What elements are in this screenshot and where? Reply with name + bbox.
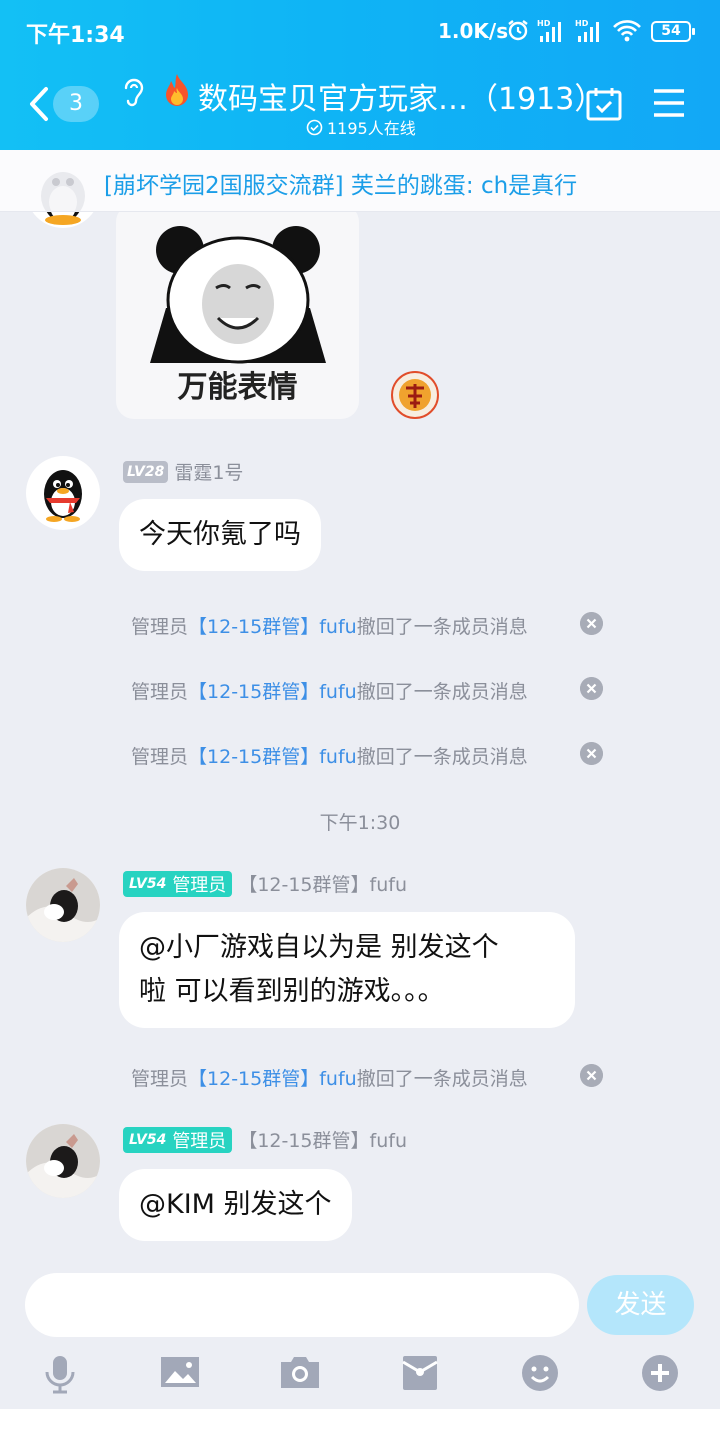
role-label: 管理员 (172, 1130, 227, 1152)
microphone-icon[interactable] (43, 1354, 77, 1394)
message-line: 啦 可以看到别的游戏。。。 (139, 976, 445, 1007)
menu-icon[interactable] (652, 88, 686, 118)
ear-icon[interactable] (120, 76, 148, 110)
recall-notice: 管理员【12-15群管】fufu撤回了一条成员消息 (131, 612, 528, 639)
avatar-penguin[interactable] (26, 456, 100, 530)
sender-name[interactable]: 雷霆1号 (174, 458, 243, 485)
close-icon[interactable] (580, 1064, 603, 1087)
recall-suffix: 撤回了一条成员消息 (356, 616, 528, 638)
recall-suffix: 撤回了一条成员消息 (356, 681, 528, 703)
plus-icon[interactable] (640, 1354, 680, 1392)
avatar-fufu[interactable] (26, 1124, 100, 1198)
user-avatar-icon (26, 1124, 100, 1198)
role-label: 管理员 (172, 874, 227, 896)
recall-notice: 管理员【12-15群管】fufu撤回了一条成员消息 (131, 677, 528, 704)
hd-label-2: HD (575, 19, 589, 28)
online-count: 1195人在线 (306, 115, 416, 139)
message-bubble[interactable]: @小厂游戏自以为是 别发这个 啦 可以看到别的游戏。。。 (119, 912, 575, 1028)
recall-name[interactable]: 【12-15群管】fufu (188, 681, 357, 703)
fire-icon (166, 74, 188, 106)
signal-icon: HD (537, 19, 561, 42)
group-title[interactable]: 数码宝贝官方玩家…（1913） (160, 70, 604, 117)
sticker-caption: 万能表情 (177, 370, 298, 405)
recall-prefix: 管理员 (131, 616, 189, 638)
avatar-fufu[interactable] (26, 868, 100, 942)
battery-indicator: 54 (651, 21, 695, 42)
alarm-icon (508, 20, 528, 41)
close-icon[interactable] (580, 612, 603, 635)
unread-count-badge[interactable]: 3 (53, 86, 99, 122)
recall-prefix: 管理员 (131, 681, 189, 703)
message-sender: LV54 管理员 【12-15群管】fufu (123, 870, 407, 897)
panda-meme-sticker (150, 226, 326, 364)
recall-name[interactable]: 【12-15群管】fufu (188, 746, 357, 768)
chat-messages[interactable]: 万能表情 LV28 雷霆1号 今天你氪了吗 管理员【12-15群管】fufu撤回… (0, 212, 720, 1409)
banner-avatar-icon (41, 172, 85, 211)
recall-prefix: 管理员 (131, 746, 189, 768)
net-speed: 1.0K/s (438, 19, 509, 43)
level-badge: LV28 (123, 460, 169, 483)
level-label: LV54 (129, 1131, 167, 1148)
message-sender: LV54 管理员 【12-15群管】fufu (123, 1126, 407, 1153)
message-line: @小厂游戏自以为是 别发这个 (139, 932, 499, 963)
message-bubble[interactable]: @KIM 别发这个 (119, 1169, 352, 1241)
recall-prefix: 管理员 (131, 1068, 189, 1090)
banner-text: [崩坏学园2国服交流群] 芙兰的跳蛋: ch是真行 (104, 173, 578, 199)
recall-suffix: 撤回了一条成员消息 (356, 746, 528, 768)
sender-name[interactable]: 【12-15群管】fufu (238, 1126, 407, 1153)
announcement-banner[interactable]: [崩坏学园2国服交流群] 芙兰的跳蛋: ch是真行 (0, 150, 720, 212)
penguin-avatar-icon (45, 212, 81, 225)
penguin-avatar-icon (44, 470, 82, 522)
message-bubble[interactable]: 今天你氪了吗 (119, 499, 321, 571)
message-timestamp: 下午1:30 (319, 812, 401, 834)
red-packet-icon[interactable] (402, 1354, 438, 1392)
level-label: LV54 (129, 875, 167, 892)
admin-badge: LV54 管理员 (123, 1126, 233, 1153)
user-avatar-icon (26, 868, 100, 942)
message-sender: LV28 雷霆1号 (123, 458, 243, 485)
calendar-check-icon[interactable] (585, 86, 623, 122)
chat-header: 下午1:34 1.0K/s HD HD 54 3 数码宝贝官方玩家…（1913）… (0, 0, 720, 150)
signal-icon-2: HD (575, 19, 599, 42)
recall-suffix: 撤回了一条成员消息 (356, 1068, 528, 1090)
status-bar: 下午1:34 1.0K/s HD HD 54 (0, 0, 720, 64)
status-time: 下午1:34 (26, 23, 125, 48)
emoji-reaction-icon[interactable] (390, 370, 440, 420)
avatar[interactable] (26, 212, 100, 228)
wifi-icon (613, 20, 641, 42)
recall-notice: 管理员【12-15群管】fufu撤回了一条成员消息 (131, 742, 528, 769)
close-icon[interactable] (580, 742, 603, 765)
group-name: 数码宝贝官方玩家…（1913） (198, 82, 605, 117)
emoji-icon[interactable] (520, 1354, 560, 1392)
recall-name[interactable]: 【12-15群管】fufu (188, 616, 357, 638)
sender-name[interactable]: 【12-15群管】fufu (238, 870, 407, 897)
recall-notice: 管理员【12-15群管】fufu撤回了一条成员消息 (131, 1064, 528, 1091)
image-icon[interactable] (160, 1354, 200, 1390)
back-icon[interactable] (28, 86, 50, 122)
bottom-spacer (0, 1409, 720, 1439)
send-button[interactable]: 发送 (587, 1275, 694, 1335)
close-icon[interactable] (580, 677, 603, 700)
sticker-message[interactable]: 万能表情 (116, 212, 359, 419)
recall-name[interactable]: 【12-15群管】fufu (188, 1068, 357, 1090)
camera-icon[interactable] (280, 1354, 320, 1390)
online-text: 1195人在线 (327, 119, 416, 138)
hd-label: HD (537, 19, 551, 28)
message-input[interactable] (25, 1273, 579, 1337)
admin-badge: LV54 管理员 (123, 870, 233, 897)
check-circle-icon (306, 119, 323, 135)
